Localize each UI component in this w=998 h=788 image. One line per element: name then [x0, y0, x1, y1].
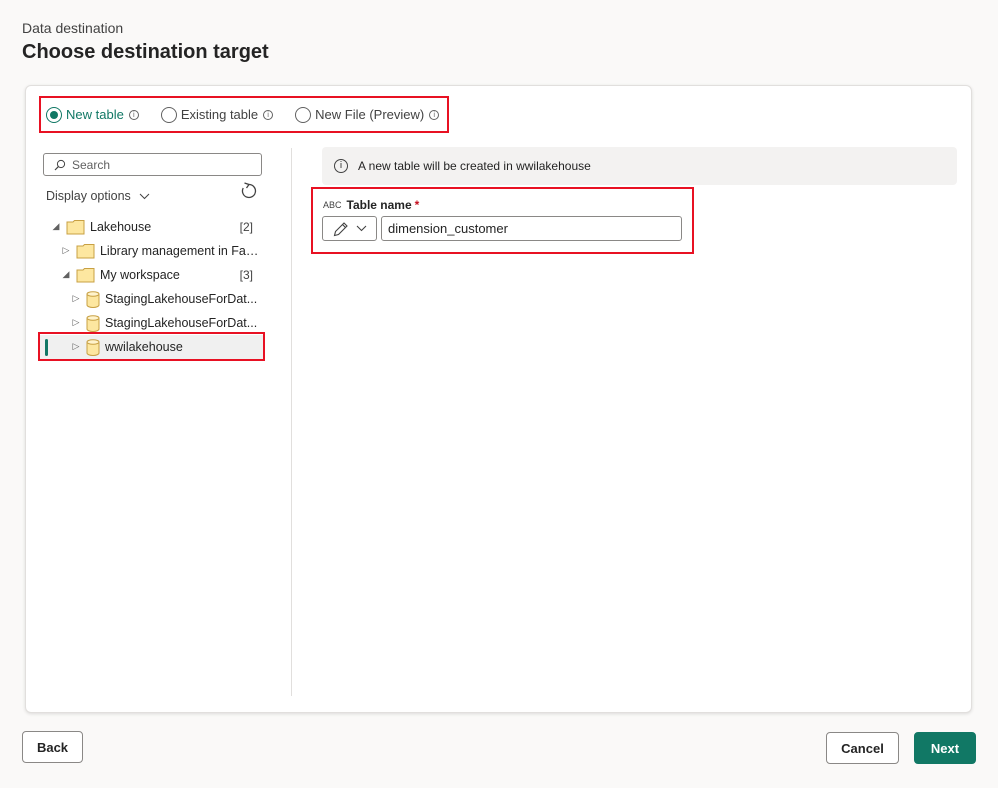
tree-item-label: wwilakehouse	[105, 340, 183, 354]
tree-item-label: Library management in Fab...	[99, 244, 263, 258]
tree-item-library-management[interactable]: ▷ Library management in Fab...	[61, 239, 263, 263]
pane-divider	[291, 148, 292, 696]
collapsed-arrow-icon[interactable]: ▷	[71, 294, 81, 304]
radio-unchecked-icon[interactable]	[160, 106, 177, 123]
lakehouse-icon	[86, 290, 100, 308]
collapsed-arrow-icon[interactable]: ▷	[71, 318, 81, 328]
radio-unchecked-icon[interactable]	[295, 106, 312, 123]
tree-item-label: Lakehouse	[90, 220, 152, 234]
page-eyebrow: Data destination	[22, 20, 124, 36]
tree-item-count: [3]	[239, 268, 253, 282]
collapsed-arrow-icon[interactable]: ▷	[61, 246, 71, 256]
tree-item-label: StagingLakehouseForDat...	[105, 292, 258, 306]
chevron-down-icon	[356, 225, 366, 232]
expanded-arrow-icon[interactable]: ◢	[61, 270, 71, 280]
table-name-mode-dropdown[interactable]	[322, 216, 377, 241]
radio-existing-table[interactable]: Existing table i	[160, 106, 274, 123]
radio-label: Existing table	[180, 107, 259, 122]
pencil-icon	[333, 221, 348, 236]
next-button[interactable]: Next	[914, 732, 976, 764]
info-message-text: A new table will be created in wwilakeho…	[358, 159, 591, 173]
collapsed-arrow-icon[interactable]: ▷	[71, 342, 81, 352]
page-title: Choose destination target	[22, 41, 269, 63]
destination-panel: New table i Existing table i New File (P…	[25, 85, 972, 713]
info-icon[interactable]: i	[128, 109, 139, 120]
folder-icon	[66, 219, 85, 235]
radio-new-file[interactable]: New File (Preview) i	[295, 106, 440, 123]
radio-label: New table	[66, 107, 124, 122]
selection-indicator	[45, 339, 48, 356]
text-type-icon: ABC	[323, 200, 342, 210]
back-button[interactable]: Back	[22, 731, 83, 763]
tree-item-label: StagingLakehouseForDat...	[105, 316, 258, 330]
info-icon[interactable]: i	[429, 109, 440, 120]
info-icon: i	[334, 159, 348, 173]
tree-item-lakehouse[interactable]: ◢ Lakehouse [2]	[51, 215, 263, 239]
refresh-icon[interactable]	[240, 182, 258, 200]
cancel-button[interactable]: Cancel	[826, 732, 899, 764]
folder-icon	[76, 243, 95, 259]
search-placeholder: Search	[72, 157, 111, 172]
chevron-down-icon	[139, 193, 150, 199]
radio-checked-icon[interactable]	[46, 106, 62, 123]
tree-item-staging-lakehouse-1[interactable]: ▷ StagingLakehouseForDat...	[71, 287, 263, 311]
table-name-label: ABC Table name *	[323, 198, 419, 212]
tree-item-wwilakehouse[interactable]: ▷ wwilakehouse	[40, 335, 263, 359]
lakehouse-icon	[86, 338, 100, 356]
display-options-label: Display options	[46, 189, 131, 203]
tree-item-count: [2]	[239, 220, 253, 234]
tree-item-staging-lakehouse-2[interactable]: ▷ StagingLakehouseForDat...	[71, 311, 263, 335]
info-icon[interactable]: i	[263, 109, 274, 120]
radio-new-table[interactable]: New table i	[46, 106, 139, 123]
radio-label: New File (Preview)	[315, 107, 425, 122]
table-name-label-text: Table name	[346, 198, 412, 212]
lakehouse-icon	[86, 314, 100, 332]
expanded-arrow-icon[interactable]: ◢	[51, 222, 61, 232]
tree-item-label: My workspace	[100, 268, 180, 282]
search-input[interactable]: Search	[43, 153, 262, 176]
table-name-input[interactable]	[381, 216, 682, 241]
required-mark: *	[414, 198, 420, 212]
info-message-bar: i A new table will be created in wwilake…	[322, 147, 957, 185]
display-options-dropdown[interactable]: Display options	[46, 189, 150, 203]
folder-icon	[76, 267, 95, 283]
search-icon	[54, 159, 66, 170]
tree-item-my-workspace[interactable]: ◢ My workspace [3]	[61, 263, 263, 287]
target-type-radio-group: New table i Existing table i New File (P…	[46, 106, 461, 123]
